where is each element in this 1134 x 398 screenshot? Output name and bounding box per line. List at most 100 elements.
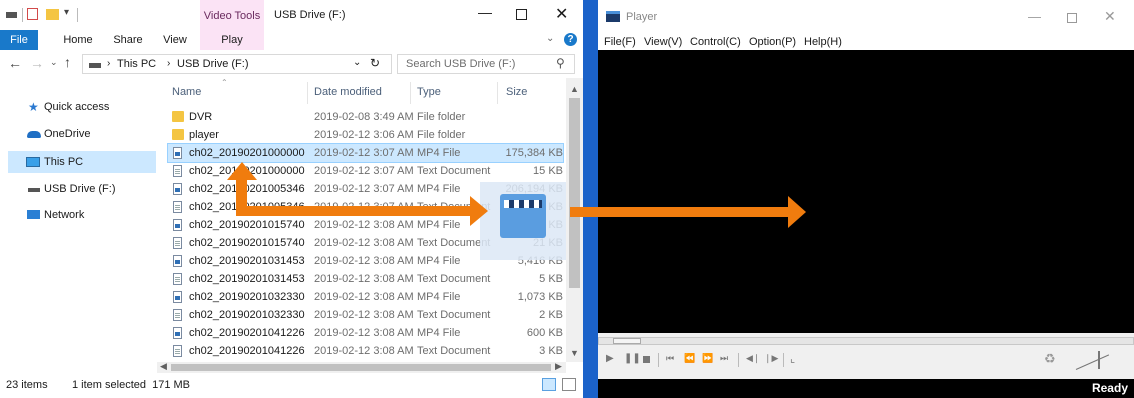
menu-control[interactable]: Control(C) — [690, 34, 741, 50]
sidebar-item-quick-access[interactable]: ★ Quick access — [8, 96, 156, 118]
scroll-up-icon[interactable]: ▲ — [570, 84, 579, 94]
stop-icon[interactable] — [643, 356, 650, 363]
large-icons-view-button[interactable] — [562, 378, 576, 391]
player-minimize-button[interactable]: — — [1028, 9, 1041, 24]
seek-bar[interactable] — [598, 337, 1134, 345]
file-date-modified: 2019-02-12 3:06 AM — [314, 129, 414, 141]
cloud-icon — [27, 131, 41, 138]
horizontal-scrollbar[interactable]: ◀ ▶ — [157, 361, 566, 373]
tab-home[interactable]: Home — [56, 30, 100, 50]
text-file-icon — [173, 309, 182, 321]
toolbar-separator — [77, 8, 78, 22]
column-header-type[interactable]: Type — [417, 86, 441, 98]
forward-arrow-icon[interactable]: → — [30, 55, 44, 71]
table-row[interactable]: ch02_20190201032330 2019-02-12 3:08 AM MP4… — [168, 288, 563, 306]
scrollbar-thumb[interactable] — [569, 98, 580, 288]
network-icon — [27, 210, 40, 219]
address-dropdown-icon[interactable]: ⌄ — [353, 57, 361, 68]
up-arrow-icon[interactable]: ↑ — [64, 54, 71, 70]
video-file-icon — [500, 194, 546, 238]
scrollbar-thumb[interactable] — [171, 364, 551, 371]
file-name: ch02_20190201031453 — [189, 255, 305, 267]
tab-view[interactable]: View — [156, 30, 194, 50]
arrow-head-right — [470, 196, 488, 226]
tab-file[interactable]: File — [0, 30, 38, 50]
table-row[interactable]: ch02_20190201032330 2019-02-12 3:08 AM Tex… — [168, 306, 563, 324]
scroll-right-icon[interactable]: ▶ — [555, 361, 562, 372]
table-row[interactable]: ch02_20190201041226 2019-02-12 3:08 AM Tex… — [168, 342, 563, 360]
text-file-icon — [173, 237, 182, 249]
menu-option[interactable]: Option(P) — [749, 34, 796, 50]
sidebar-item-network[interactable]: Network — [8, 204, 156, 226]
recent-locations-icon[interactable]: ⌄ — [50, 57, 58, 68]
video-display[interactable] — [598, 50, 1134, 333]
navigation-bar: ← → ⌄ ↑ › This PC › USB Drive (F:) ⌄ ↻ S… — [0, 50, 583, 78]
search-box[interactable]: Search USB Drive (F:) ⚲ — [397, 54, 575, 74]
tab-play[interactable]: Play — [200, 30, 264, 50]
sidebar-item-label: OneDrive — [44, 128, 91, 140]
column-header-date-modified[interactable]: Date modified — [314, 86, 382, 98]
close-button[interactable]: ✕ — [555, 4, 568, 24]
menu-file[interactable]: File(F) — [604, 34, 636, 50]
volume-thumb[interactable] — [1098, 351, 1100, 369]
table-row[interactable]: ch02_20190201031453 2019-02-12 3:08 AM Tex… — [168, 270, 563, 288]
menu-help[interactable]: Help(H) — [804, 34, 842, 50]
bookmark-icon[interactable]: ⌞ — [790, 352, 795, 365]
video-file-icon — [173, 291, 182, 303]
play-icon[interactable]: ▶ — [606, 353, 614, 364]
properties-icon[interactable] — [27, 8, 38, 20]
controls-separator — [738, 353, 739, 367]
video-file-icon — [173, 219, 182, 231]
new-folder-icon[interactable] — [46, 9, 59, 20]
file-type: Text Document — [417, 165, 491, 177]
skip-to-end-icon[interactable]: ⏭ — [720, 353, 728, 364]
address-box[interactable]: › This PC › USB Drive (F:) ⌄ ↻ — [82, 54, 392, 74]
rewind-icon[interactable]: ⏪ — [684, 353, 695, 364]
player-close-button[interactable]: ✕ — [1104, 8, 1116, 25]
file-type: Text Document — [417, 345, 491, 357]
drive-icon — [6, 12, 17, 18]
volume-slider[interactable] — [1075, 349, 1114, 371]
maximize-button[interactable] — [516, 9, 527, 20]
search-icon[interactable]: ⚲ — [556, 56, 565, 70]
column-header-size[interactable]: Size — [506, 86, 527, 98]
table-row[interactable]: player 2019-02-12 3:06 AM File folder — [168, 126, 563, 144]
skip-to-start-icon[interactable]: ⏮ — [666, 353, 674, 364]
fast-forward-icon[interactable]: ⏩ — [702, 353, 713, 364]
sidebar-item-usb-drive[interactable]: USB Drive (F:) — [8, 178, 156, 200]
player-maximize-button[interactable] — [1067, 13, 1077, 23]
menu-view[interactable]: View(V) — [644, 34, 682, 50]
scroll-left-icon[interactable]: ◀ — [160, 361, 167, 372]
tab-share[interactable]: Share — [108, 30, 148, 50]
table-row[interactable]: ch02_20190201000000 2019-02-12 3:07 AM MP4… — [167, 143, 564, 163]
breadcrumb-this-pc[interactable]: This PC — [117, 58, 156, 70]
seek-thumb[interactable] — [613, 338, 641, 344]
sidebar-item-this-pc[interactable]: This PC — [8, 151, 156, 173]
breadcrumb-separator-icon: › — [167, 58, 171, 69]
video-file-icon — [173, 327, 182, 339]
previous-frame-icon[interactable]: ◀❘ — [746, 353, 760, 364]
next-frame-icon[interactable]: ❘▶ — [764, 353, 778, 364]
column-header-name[interactable]: Name — [172, 86, 201, 98]
star-icon: ★ — [28, 100, 39, 114]
vertical-scrollbar[interactable]: ▲ ▼ — [566, 78, 583, 362]
expand-ribbon-icon[interactable]: ⌄ — [546, 33, 554, 44]
pause-icon[interactable]: ❚❚ — [624, 353, 641, 364]
sidebar-item-onedrive[interactable]: OneDrive — [8, 123, 156, 145]
back-arrow-icon[interactable]: ← — [8, 55, 22, 71]
breadcrumb-separator-icon: › — [107, 58, 111, 69]
scroll-down-icon[interactable]: ▼ — [570, 348, 579, 358]
minimize-button[interactable]: — — [478, 4, 492, 20]
refresh-icon[interactable]: ↻ — [370, 56, 380, 70]
arrow-shaft-horizontal — [236, 206, 472, 216]
table-row[interactable]: DVR 2019-02-08 3:49 AM File folder — [168, 108, 563, 126]
breadcrumb-usb-drive[interactable]: USB Drive (F:) — [177, 58, 249, 70]
mute-icon[interactable]: ♻ — [1044, 351, 1056, 367]
file-type: Text Document — [417, 309, 491, 321]
customize-toolbar-icon[interactable]: ▾ — [64, 7, 69, 18]
details-view-button[interactable] — [542, 378, 556, 391]
player-status-bar: Ready — [598, 379, 1134, 398]
table-row[interactable]: ch02_20190201041226 2019-02-12 3:08 AM MP4… — [168, 324, 563, 342]
file-type: File folder — [417, 111, 466, 123]
help-icon[interactable]: ? — [564, 33, 577, 46]
